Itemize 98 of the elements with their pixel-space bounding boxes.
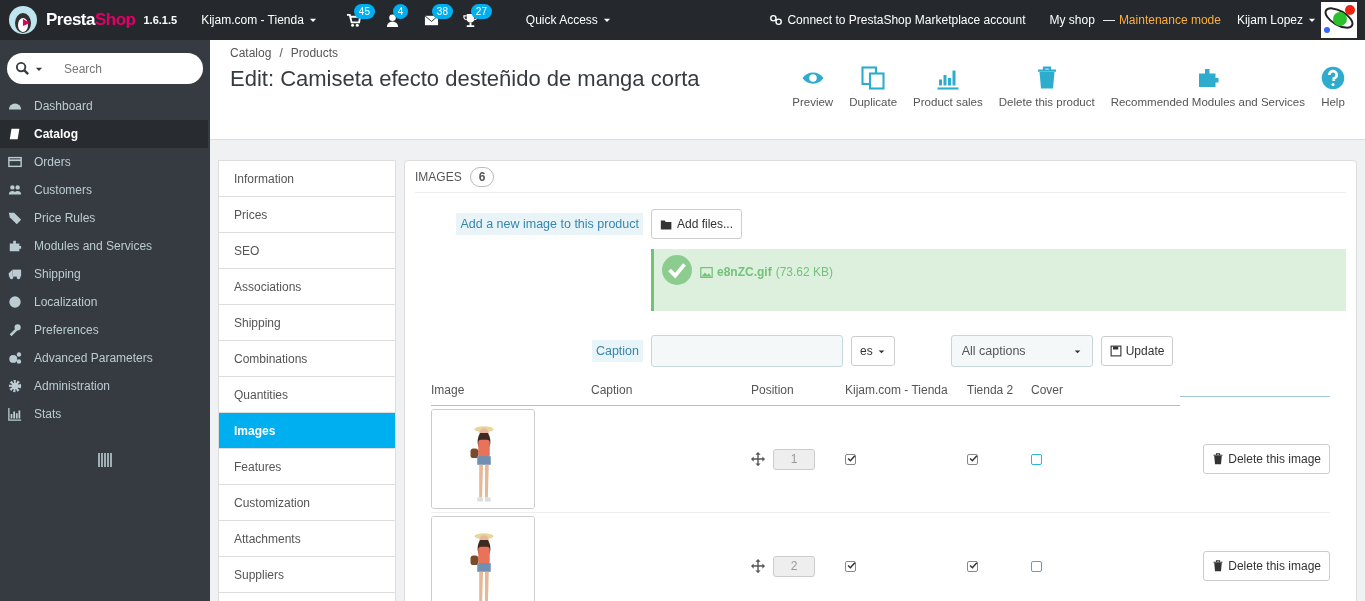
page-title: Edit: Camiseta efecto desteñido de manga corta — [230, 65, 700, 93]
toolbar-button[interactable]: Duplicate — [849, 65, 898, 111]
tab[interactable]: Attachments — [219, 521, 395, 557]
puzzle-icon — [8, 239, 22, 253]
check-circle-icon — [662, 255, 692, 285]
column-header: Image — [431, 375, 591, 406]
toolbar-button[interactable]: Help — [1321, 65, 1345, 111]
card-icon — [8, 155, 22, 169]
user-icon[interactable] — [384, 12, 400, 28]
toolbar-button[interactable]: Delete this product — [998, 65, 1095, 111]
tab[interactable]: Associations — [219, 269, 395, 305]
tab[interactable]: Shipping — [219, 305, 395, 341]
collapse-icon[interactable] — [97, 452, 113, 468]
copy-icon — [861, 65, 886, 90]
tab[interactable]: Customization — [219, 485, 395, 521]
breadcrumb-link[interactable]: Products — [290, 44, 339, 62]
breadcrumb-separator: / — [279, 45, 283, 62]
book-icon — [8, 127, 22, 141]
checkbox[interactable] — [1031, 453, 1042, 465]
trash-icon — [1212, 453, 1225, 465]
file-size: (73.62 KB) — [775, 264, 834, 281]
field-label: Add a new image to this product — [456, 212, 643, 236]
help-icon — [1321, 65, 1345, 90]
column-header: Tienda 2 — [967, 375, 1031, 406]
sidebar-item[interactable]: Preferences — [0, 316, 210, 344]
sidebar-item[interactable]: Advanced Parameters — [0, 344, 210, 372]
shop-selector[interactable]: Kijam.com - Tienda — [201, 11, 318, 29]
users-icon — [8, 183, 22, 197]
column-header: Cover — [1031, 375, 1180, 406]
column-header: Kijam.com - Tienda — [845, 375, 967, 406]
wrench-icon — [8, 323, 22, 337]
search-icon — [15, 61, 30, 76]
save-icon — [1109, 345, 1122, 357]
panel-heading: IMAGES — [415, 168, 462, 186]
truck-icon — [8, 267, 22, 281]
search-input[interactable]: Search — [62, 58, 182, 79]
sidebar-item[interactable]: Catalog — [0, 120, 208, 148]
user-menu[interactable]: Kijam Lopez — [1236, 11, 1317, 29]
avatar-drawing[interactable] — [1321, 2, 1357, 38]
checkbox[interactable] — [967, 453, 978, 465]
checkbox[interactable] — [845, 560, 856, 572]
sidebar-item[interactable]: Localization — [0, 288, 210, 316]
tab[interactable]: Prices — [219, 197, 395, 233]
logo-icon[interactable] — [8, 5, 38, 35]
version-label: 1.6.1.5 — [143, 12, 178, 28]
notification-count: 45 — [353, 3, 375, 19]
tab[interactable]: Features — [219, 449, 395, 485]
sidebar-item[interactable]: Orders — [0, 148, 210, 176]
notification-count: 27 — [470, 3, 492, 19]
move-handle-icon[interactable] — [751, 559, 765, 573]
checkbox[interactable] — [967, 560, 978, 572]
tab[interactable]: SEO — [219, 233, 395, 269]
bar-chart-icon — [8, 407, 22, 421]
delete-image-button[interactable]: Delete this image — [1203, 551, 1330, 581]
sidebar-item[interactable]: Customers — [0, 176, 210, 204]
language-dropdown[interactable]: es — [851, 336, 895, 366]
folder-icon — [660, 217, 673, 231]
link-icon — [769, 13, 784, 27]
toolbar-button[interactable]: Recommended Modules and Services — [1110, 65, 1305, 111]
tab[interactable]: Information — [219, 161, 395, 197]
breadcrumb-link[interactable]: Catalog — [230, 44, 272, 62]
image-icon — [700, 265, 713, 279]
trash-icon — [1212, 560, 1225, 572]
move-handle-icon[interactable] — [751, 452, 765, 466]
tag-icon — [8, 211, 22, 225]
caption-field[interactable] — [651, 335, 843, 367]
sidebar-item[interactable]: Administration — [0, 372, 210, 400]
caption-filter-select[interactable]: All captions — [950, 335, 1093, 367]
column-header: Caption — [591, 375, 751, 406]
delete-image-button[interactable]: Delete this image — [1203, 444, 1330, 474]
add-files-button[interactable]: Add files... — [651, 209, 743, 239]
tab[interactable]: Suppliers — [219, 557, 395, 593]
file-name: e8nZC.gif — [717, 264, 772, 281]
quick-access-menu[interactable]: Quick Access — [525, 11, 612, 29]
sidebar-item[interactable]: Stats — [0, 400, 210, 428]
cart-icon[interactable] — [345, 12, 361, 28]
field-label: Caption — [591, 339, 643, 363]
sidebar-item[interactable]: Dashboard — [0, 92, 210, 120]
toolbar-button[interactable]: Product sales — [913, 65, 983, 111]
maintenance-mode-link[interactable]: Maintenance mode — [1118, 11, 1221, 29]
toolbar-button[interactable]: Preview — [792, 65, 834, 111]
sidebar-item[interactable]: Modules and Services — [0, 232, 210, 260]
search-field[interactable]: Search — [7, 53, 203, 84]
gear-icon — [8, 379, 22, 393]
envelope-icon[interactable] — [423, 12, 439, 28]
marketplace-link[interactable]: Connect to PrestaShop Marketplace account — [769, 11, 1026, 29]
column-header: Position — [751, 375, 845, 406]
notification-count: 4 — [392, 3, 409, 19]
notification-count: 38 — [431, 3, 453, 19]
logo-text[interactable]: PrestaShop — [46, 7, 136, 33]
update-button[interactable]: Update — [1100, 336, 1174, 366]
checkbox[interactable] — [845, 453, 856, 465]
shop-link[interactable]: My shop — [1049, 11, 1095, 29]
sidebar-item[interactable]: Shipping — [0, 260, 210, 288]
tab[interactable]: Combinations — [219, 341, 395, 377]
sidebar-item[interactable]: Price Rules — [0, 204, 210, 232]
separator-text: — — [1102, 12, 1115, 29]
checkbox[interactable] — [1031, 560, 1042, 572]
